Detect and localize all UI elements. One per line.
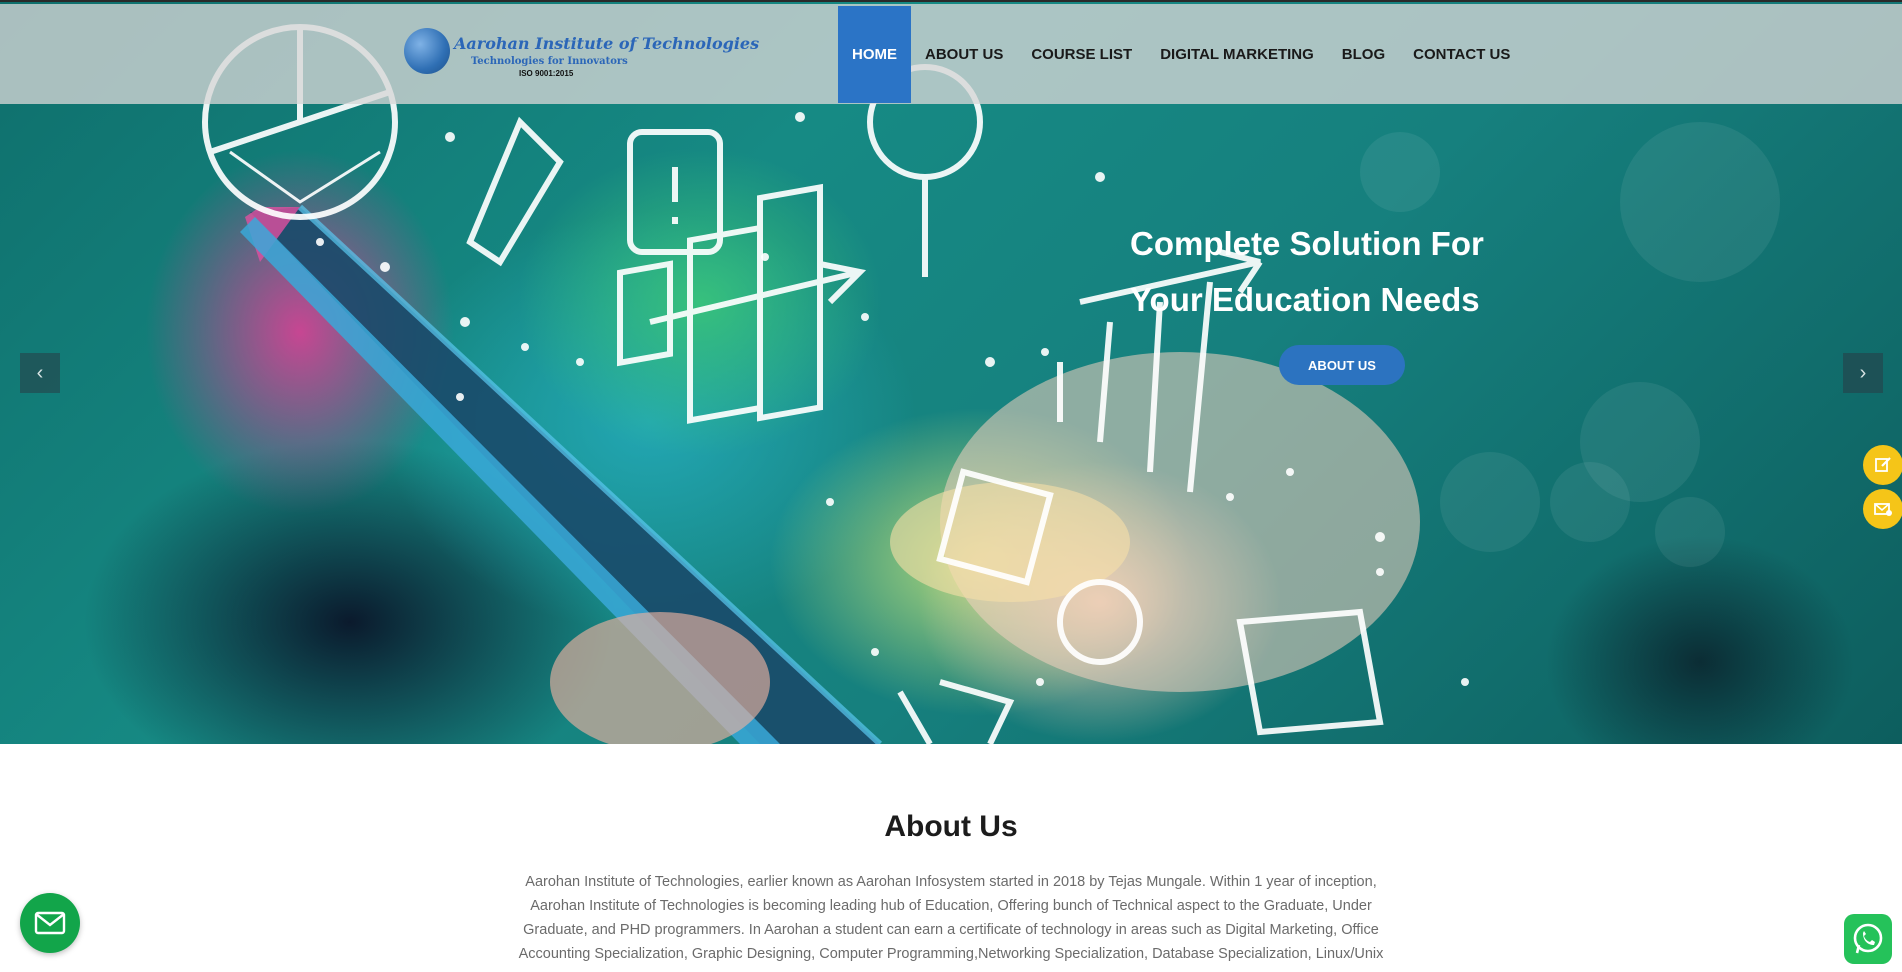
page: Complete Solution For Your Education Nee… xyxy=(0,0,1902,972)
chevron-left-icon: ‹ xyxy=(36,361,44,384)
chevron-right-icon: › xyxy=(1859,361,1867,384)
hero-headline-line2: Your Education Needs xyxy=(1130,281,1480,318)
nav-item-home[interactable]: HOME xyxy=(838,6,911,103)
side-mail-button[interactable] xyxy=(1863,489,1902,529)
nav-item-about-us[interactable]: ABOUT US xyxy=(911,4,1017,104)
site-logo[interactable]: Aarohan Institute of Technologies Techno… xyxy=(404,24,759,84)
logo-tagline: Technologies for Innovators xyxy=(471,56,628,67)
hero-slider: Complete Solution For Your Education Nee… xyxy=(0,2,1902,744)
main-nav: HOME ABOUT US COURSE LIST DIGITAL MARKET… xyxy=(838,4,1524,104)
logo-iso-badge: ISO 9001:2015 xyxy=(519,69,574,78)
bokeh-circles xyxy=(1360,122,1780,567)
hero-about-us-button[interactable]: ABOUT US xyxy=(1279,345,1405,385)
logo-title: Aarohan Institute of Technologies xyxy=(454,34,760,53)
side-enquiry-button[interactable] xyxy=(1863,445,1902,485)
envelope-icon xyxy=(34,911,66,935)
hero-headline: Complete Solution For Your Education Nee… xyxy=(1130,216,1550,328)
nav-item-blog[interactable]: BLOG xyxy=(1328,4,1399,104)
globe-icon xyxy=(404,28,450,74)
whatsapp-icon xyxy=(1853,923,1883,954)
hero-background-illustration xyxy=(202,24,1780,744)
hand-illustration xyxy=(550,352,1420,744)
nav-item-digital-marketing[interactable]: DIGITAL MARKETING xyxy=(1146,4,1328,104)
whatsapp-button[interactable] xyxy=(1844,914,1892,964)
slider-next-button[interactable]: › xyxy=(1843,353,1883,393)
nav-item-contact-us[interactable]: CONTACT US xyxy=(1399,4,1524,104)
site-header: Aarohan Institute of Technologies Techno… xyxy=(0,4,1902,104)
mail-icon xyxy=(1874,503,1892,516)
about-description: Aarohan Institute of Technologies, earli… xyxy=(518,874,1384,962)
slider-prev-button[interactable]: ‹ xyxy=(20,353,60,393)
floating-mail-button[interactable] xyxy=(20,893,80,953)
nav-item-course-list[interactable]: COURSE LIST xyxy=(1017,4,1146,104)
about-heading: About Us xyxy=(884,810,1018,843)
edit-icon xyxy=(1875,457,1891,472)
hero-headline-line1: Complete Solution For xyxy=(1130,225,1484,262)
